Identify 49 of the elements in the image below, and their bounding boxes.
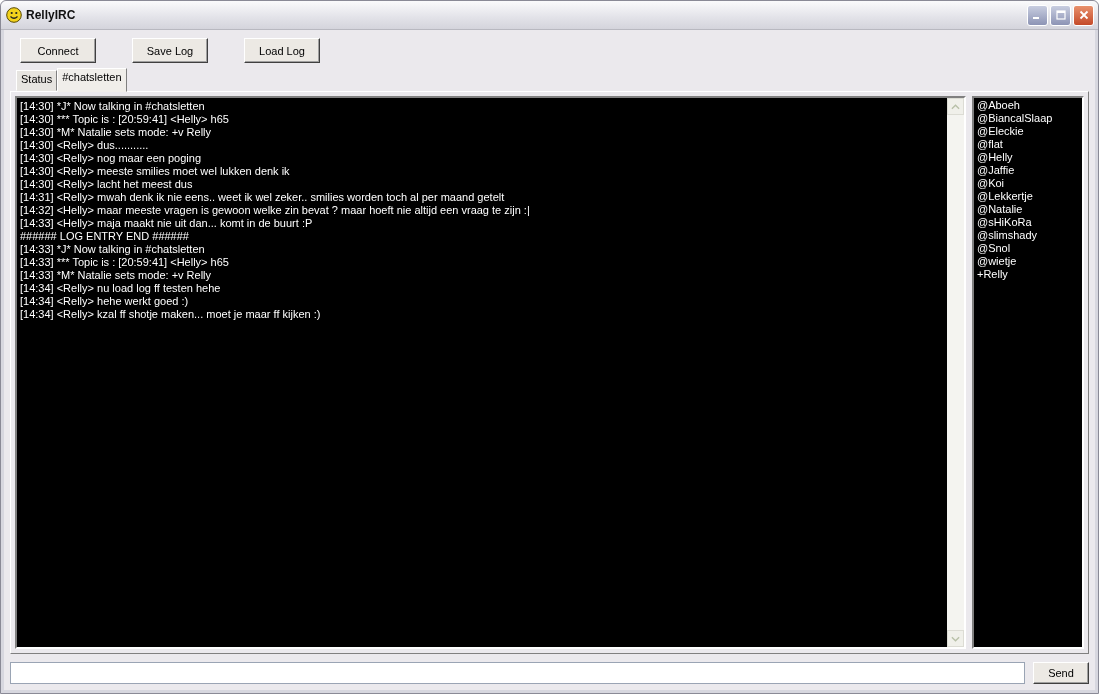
maximize-icon: [1055, 10, 1066, 20]
minimize-button[interactable]: [1027, 4, 1048, 26]
chat-message: [14:30] *M* Natalie sets mode: +v Relly: [20, 126, 213, 139]
user-name[interactable]: @sHiKoRa: [977, 216, 1032, 229]
tab[interactable]: Status: [16, 70, 58, 91]
close-icon: [1078, 10, 1089, 20]
chat-message: [14:31] <Relly> mwah denk ik nie eens.. weet ik wel zeker.. smilies worden toch al per maand getelt: [20, 191, 506, 204]
close-button[interactable]: [1073, 4, 1094, 26]
user-name[interactable]: @Helly: [977, 151, 1013, 164]
tab[interactable]: #chatsletten: [57, 68, 127, 92]
scroll-down-button[interactable]: [947, 630, 964, 647]
toolbar-button[interactable]: Connect: [20, 38, 96, 63]
chat-message: [14:32] <Helly> maar meeste vragen is gewoon welke zin bevat ? maar hoeft nie altijd een vraag te zijn :|: [20, 204, 531, 217]
user-name[interactable]: @Natalie: [977, 203, 1023, 216]
send-button[interactable]: Send: [1033, 662, 1089, 684]
chat-message: [14:30] *J* Now talking in #chatsletten: [20, 100, 206, 113]
user-name[interactable]: @Koi: [977, 177, 1005, 190]
chat-message: [14:34] <Relly> nu load log ff testen hehe: [20, 282, 222, 295]
toolbar-button[interactable]: Save Log: [132, 38, 208, 63]
chat-message: [14:30] <Relly> dus...........: [20, 139, 150, 152]
chat-message: [14:34] <Relly> kzal ff shotje maken... moet je maar ff kijken :): [20, 308, 322, 321]
user-name[interactable]: @Snol: [977, 242, 1011, 255]
user-name[interactable]: @Eleckie: [977, 125, 1024, 138]
chat-message: [14:30] <Relly> meeste smilies moet wel lukken denk ik: [20, 165, 291, 178]
user-name[interactable]: @flat: [977, 138, 1003, 151]
user-name[interactable]: +Relly: [977, 268, 1008, 281]
chat-message: [14:30] *** Topic is : [20:59:41] <Helly> h65: [20, 113, 230, 126]
chat-message: [14:33] *M* Natalie sets mode: +v Relly: [20, 269, 213, 282]
minimize-icon: [1033, 17, 1039, 19]
chat-message: [14:33] <Helly> maja maakt nie uit dan... komt in de buurt :P: [20, 217, 314, 230]
window-title: RellyIRC: [26, 8, 77, 22]
user-name[interactable]: @Aboeh: [977, 99, 1020, 112]
maximize-button[interactable]: [1050, 4, 1071, 26]
chat-message: ###### LOG ENTRY END ######: [20, 230, 190, 243]
toolbar-button[interactable]: Load Log: [244, 38, 320, 63]
user-name[interactable]: @BiancalSlaap: [977, 112, 1053, 125]
user-name[interactable]: @Lekkertje: [977, 190, 1033, 203]
user-name[interactable]: @Jaffie: [977, 164, 1015, 177]
scrollbar[interactable]: [947, 98, 964, 647]
chat-message: [14:33] *J* Now talking in #chatsletten: [20, 243, 206, 256]
chat-message: [14:30] <Relly> nog maar een poging: [20, 152, 203, 165]
user-name[interactable]: @wietje: [977, 255, 1017, 268]
message-input[interactable]: [10, 662, 1025, 684]
chat-message: [14:34] <Relly> hehe werkt goed :): [20, 295, 190, 308]
chat-message: [14:33] *** Topic is : [20:59:41] <Helly> h65: [20, 256, 230, 269]
chat-message: [14:30] <Relly> lacht het meest dus: [20, 178, 194, 191]
user-name[interactable]: @slimshady: [977, 229, 1038, 242]
scroll-up-button[interactable]: [947, 98, 964, 115]
smiley-icon: [6, 7, 22, 23]
